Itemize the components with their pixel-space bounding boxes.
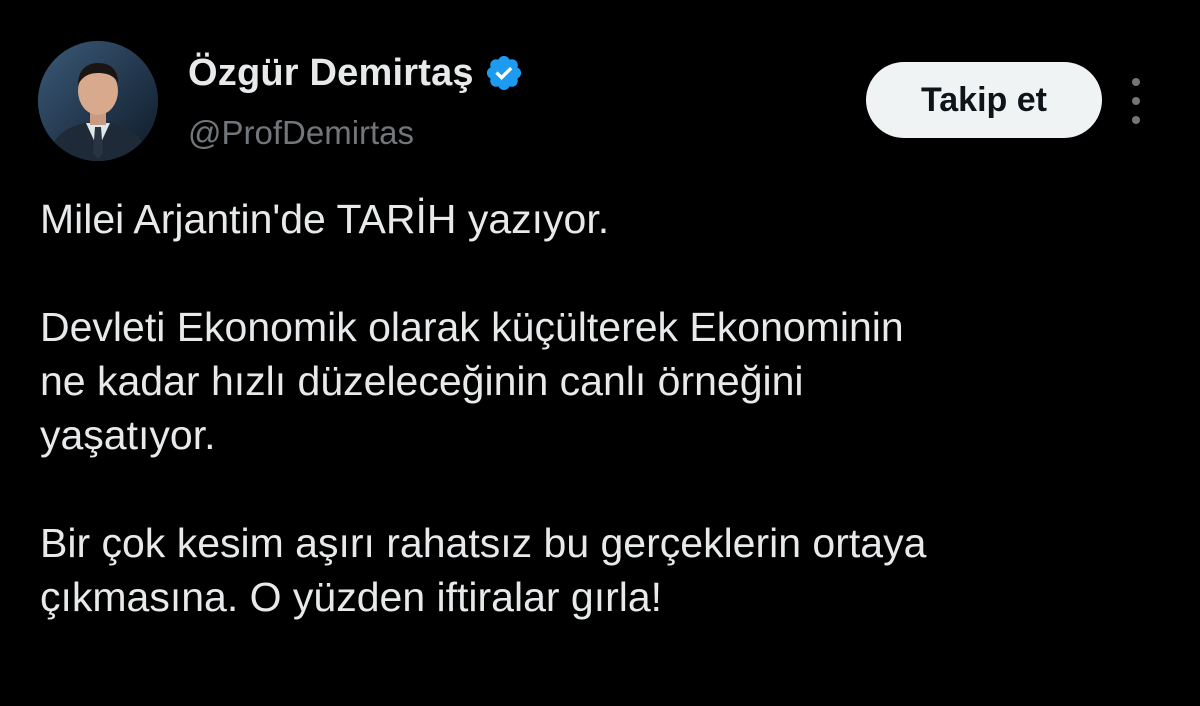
- tweet-text: Milei Arjantin'de TARİH yazıyor. Devleti…: [40, 192, 1180, 624]
- verified-badge-icon: [484, 53, 524, 93]
- more-dot: [1132, 97, 1140, 105]
- avatar[interactable]: [38, 41, 158, 161]
- more-dot: [1132, 116, 1140, 124]
- more-vertical-icon[interactable]: [1124, 78, 1148, 124]
- tweet-line: Bir çok kesim aşırı rahatsız bu gerçekle…: [40, 520, 927, 566]
- tweet-line: çıkmasına. O yüzden iftiralar gırla!: [40, 574, 663, 620]
- avatar-image: [38, 41, 158, 161]
- tweet-line: Milei Arjantin'de TARİH yazıyor.: [40, 196, 610, 242]
- tweet-paragraph: Bir çok kesim aşırı rahatsız bu gerçekle…: [40, 516, 1180, 624]
- tweet-line: ne kadar hızlı düzeleceğinin canlı örneğ…: [40, 358, 804, 404]
- author-handle[interactable]: @ProfDemirtas: [188, 114, 414, 152]
- tweet-card: Özgür Demirtaş @ProfDemirtas Takip et Mi…: [0, 0, 1200, 706]
- tweet-line: Devleti Ekonomik olarak küçülterek Ekono…: [40, 304, 904, 350]
- more-dot: [1132, 78, 1140, 86]
- tweet-line: yaşatıyor.: [40, 412, 216, 458]
- tweet-paragraph: Devleti Ekonomik olarak küçülterek Ekono…: [40, 300, 1180, 462]
- author-name-row: Özgür Demirtaş: [188, 50, 524, 96]
- author-display-name[interactable]: Özgür Demirtaş: [188, 52, 474, 95]
- follow-button[interactable]: Takip et: [866, 62, 1102, 138]
- tweet-paragraph: Milei Arjantin'de TARİH yazıyor.: [40, 192, 1180, 246]
